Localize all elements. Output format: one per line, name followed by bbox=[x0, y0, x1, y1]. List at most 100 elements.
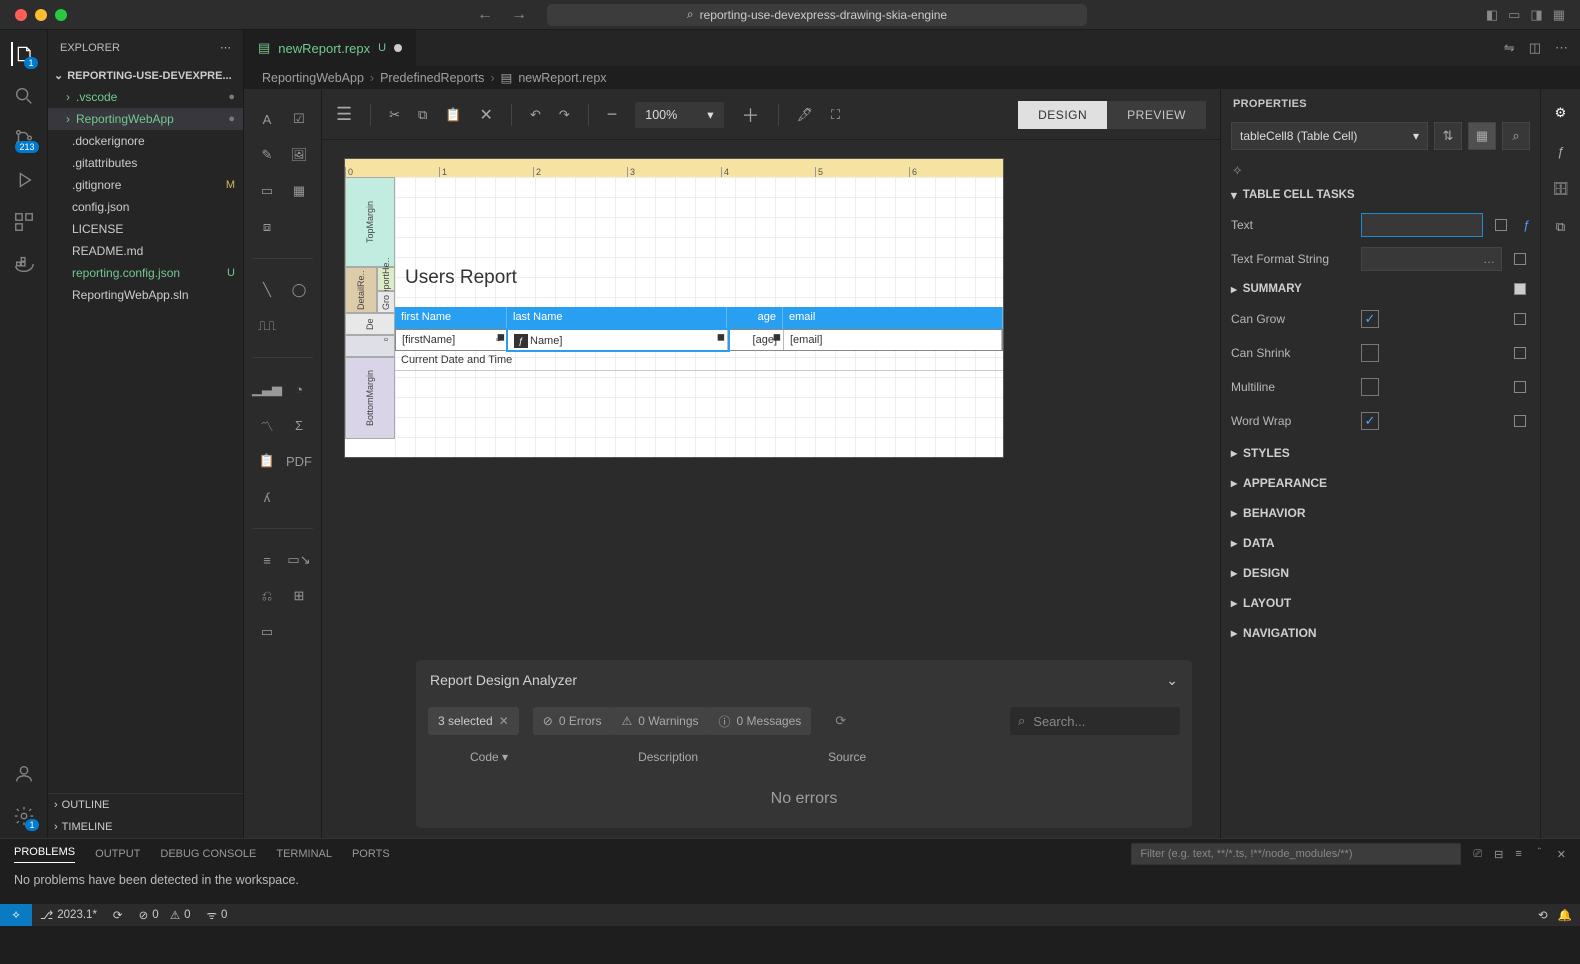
nav-forward-icon[interactable]: → bbox=[511, 6, 527, 24]
selected-chip[interactable]: 3 selected✕ bbox=[428, 707, 519, 735]
chevron-up-icon[interactable]: ＾ bbox=[1534, 846, 1545, 862]
table-header-row[interactable]: first Name last Name age email bbox=[395, 307, 1003, 329]
paste-icon[interactable]: 📋 bbox=[445, 107, 461, 123]
collapse-icon[interactable]: ⊟ bbox=[1494, 848, 1503, 861]
filter-icon[interactable]: ⎚ bbox=[1473, 848, 1482, 861]
filter-icon[interactable]: ▾ bbox=[502, 750, 508, 764]
notifications-icon[interactable]: 🔔 bbox=[1558, 908, 1572, 922]
db-icon[interactable]: ◼ bbox=[773, 332, 781, 343]
barcode-tool-icon[interactable]: ⎍⎍ bbox=[254, 313, 280, 339]
group-band[interactable]: Gro bbox=[377, 291, 395, 313]
tree-item[interactable]: reporting.config.jsonU bbox=[48, 262, 243, 284]
branch-indicator[interactable]: ⎇2023.1* bbox=[32, 908, 105, 922]
pageinfo-tool-icon[interactable]: ▭↘ bbox=[286, 547, 312, 573]
problems-filter[interactable]: Filter (e.g. text, **/*.ts, !**/node_mod… bbox=[1131, 843, 1461, 865]
reportheader-band[interactable]: ReportHe.. bbox=[377, 267, 395, 291]
cell-firstname[interactable]: [firstName] bbox=[402, 334, 455, 346]
data-tab-icon[interactable]: 🗄 bbox=[1550, 178, 1572, 200]
debug-icon[interactable] bbox=[12, 168, 36, 192]
prop-group-styles[interactable]: ▸STYLES bbox=[1221, 438, 1540, 468]
debug-console-tab[interactable]: DEBUG CONSOLE bbox=[160, 848, 256, 860]
smart-tag-icon[interactable]: ▫ bbox=[496, 334, 500, 346]
copy-icon[interactable]: ⧉ bbox=[418, 107, 427, 123]
reset-icon[interactable] bbox=[1514, 253, 1526, 265]
docker-icon[interactable] bbox=[12, 252, 36, 276]
fx-icon[interactable]: ƒ bbox=[1523, 218, 1530, 232]
shape-tool-icon[interactable]: ◯ bbox=[286, 277, 312, 303]
preview-tab[interactable]: PREVIEW bbox=[1107, 101, 1206, 129]
prop-group-behavior[interactable]: ▸BEHAVIOR bbox=[1221, 498, 1540, 528]
design-tab[interactable]: DESIGN bbox=[1018, 101, 1107, 129]
table-cell-tasks-header[interactable]: ▾TABLE CELL TASKS bbox=[1221, 182, 1540, 208]
tree-item[interactable]: ›ReportingWebApp● bbox=[48, 108, 243, 130]
search-icon[interactable]: ⌕ bbox=[1502, 122, 1530, 150]
account-icon[interactable] bbox=[12, 762, 36, 786]
more-icon[interactable]: ⋯ bbox=[1555, 40, 1568, 56]
zoom-out-icon[interactable]: − bbox=[607, 104, 618, 125]
panel-tool-icon[interactable]: ▭ bbox=[254, 178, 280, 204]
zoom-in-icon[interactable]: ＋ bbox=[742, 102, 760, 128]
sidebar-icon[interactable]: ◨ bbox=[1530, 7, 1542, 23]
search-icon[interactable] bbox=[12, 84, 36, 108]
editor-tab[interactable]: ▤ newReport.repx U bbox=[244, 30, 417, 66]
toc-tool-icon[interactable]: ≡ bbox=[254, 547, 280, 573]
text-input[interactable] bbox=[1361, 213, 1483, 237]
settings-icon[interactable]: 1 bbox=[12, 804, 36, 828]
wordwrap-checkbox[interactable]: ✓ bbox=[1361, 412, 1379, 430]
reset-icon[interactable] bbox=[1495, 219, 1507, 231]
subreport-tool-icon[interactable]: ▭ bbox=[254, 619, 280, 645]
report-title-label[interactable]: Users Report bbox=[405, 267, 517, 289]
reset-icon[interactable] bbox=[1514, 381, 1526, 393]
fx-icon[interactable]: ƒ bbox=[514, 334, 528, 348]
table-tool-icon[interactable]: ▦ bbox=[286, 178, 312, 204]
panel-icon[interactable]: ▭ bbox=[1508, 7, 1520, 23]
col-age[interactable]: age bbox=[727, 307, 783, 329]
terminal-tab[interactable]: TERMINAL bbox=[276, 848, 332, 860]
prop-group-navigation[interactable]: ▸NAVIGATION bbox=[1221, 618, 1540, 648]
col-desc[interactable]: Description bbox=[638, 750, 698, 764]
col-lastname[interactable]: last Name bbox=[507, 307, 727, 329]
more-icon[interactable]: ⋯ bbox=[220, 41, 231, 54]
sync-indicator[interactable]: ⟳ bbox=[105, 908, 131, 922]
detail-band[interactable]: De bbox=[345, 313, 395, 335]
view-icon[interactable]: ≡ bbox=[1515, 848, 1521, 860]
picture-tool-icon[interactable]: 🖼 bbox=[286, 142, 312, 168]
close-icon[interactable]: ✕ bbox=[499, 714, 509, 728]
signature-tool-icon[interactable]: ʎ bbox=[254, 484, 280, 510]
gauge-tool-icon[interactable]: ◔ bbox=[286, 376, 312, 402]
checkbox-tool-icon[interactable]: ☑ bbox=[286, 106, 312, 132]
layout-icon[interactable]: ◧ bbox=[1486, 7, 1498, 23]
menu-icon[interactable]: ☰ bbox=[336, 104, 352, 125]
redo-icon[interactable]: ↷ bbox=[559, 107, 570, 123]
clipboard-tool-icon[interactable]: 📋 bbox=[254, 448, 280, 474]
design-canvas[interactable]: 0123456 TopMargin DetailRe.. ReportHe.. … bbox=[322, 140, 1220, 838]
ports-tab[interactable]: PORTS bbox=[352, 848, 390, 860]
tree-item[interactable]: .dockerignore bbox=[48, 130, 243, 152]
nav-back-icon[interactable]: ← bbox=[477, 6, 493, 24]
col-source[interactable]: Source bbox=[828, 750, 866, 764]
tree-item[interactable]: .gitattributes bbox=[48, 152, 243, 174]
chevron-down-icon[interactable]: ⌄ bbox=[1166, 672, 1178, 689]
split-icon[interactable]: ◫ bbox=[1529, 40, 1541, 56]
prop-group-layout[interactable]: ▸LAYOUT bbox=[1221, 588, 1540, 618]
feedback-icon[interactable]: ⟲ bbox=[1538, 908, 1548, 922]
table-data-row[interactable]: ▫[firstName]◼ ▫ƒName]◼ [age]◼ [email] bbox=[395, 329, 1003, 351]
window-controls[interactable] bbox=[15, 9, 67, 21]
tree-item[interactable]: ›.vscode● bbox=[48, 86, 243, 108]
prop-group-design[interactable]: ▸DESIGN bbox=[1221, 558, 1540, 588]
chart-tool-icon[interactable]: ▁▃▅ bbox=[254, 376, 280, 402]
smart-tag-icon[interactable]: ▫ bbox=[384, 334, 388, 346]
scm-icon[interactable]: 213 bbox=[12, 126, 36, 150]
breadcrumb[interactable]: ReportingWebApp › PredefinedReports › ▤ … bbox=[244, 66, 1580, 90]
sparkline-tool-icon[interactable]: 〽 bbox=[254, 412, 280, 438]
properties-tab-icon[interactable]: ⚙ bbox=[1550, 102, 1572, 124]
crumb-item[interactable]: ReportingWebApp bbox=[262, 71, 364, 85]
problems-tab[interactable]: PROBLEMS bbox=[14, 846, 75, 863]
command-center[interactable]: ⌕ reporting-use-devexpress-drawing-skia-… bbox=[547, 4, 1087, 26]
output-tab[interactable]: OUTPUT bbox=[95, 848, 140, 860]
crumb-item[interactable]: PredefinedReports bbox=[380, 71, 484, 85]
problems-indicator[interactable]: ⊘0 ⚠0 bbox=[131, 908, 199, 922]
warnings-chip[interactable]: ⚠0 Warnings bbox=[612, 707, 709, 735]
minimize-dot[interactable] bbox=[35, 9, 47, 21]
bottom-margin-band[interactable]: BottomMargin bbox=[345, 357, 395, 439]
